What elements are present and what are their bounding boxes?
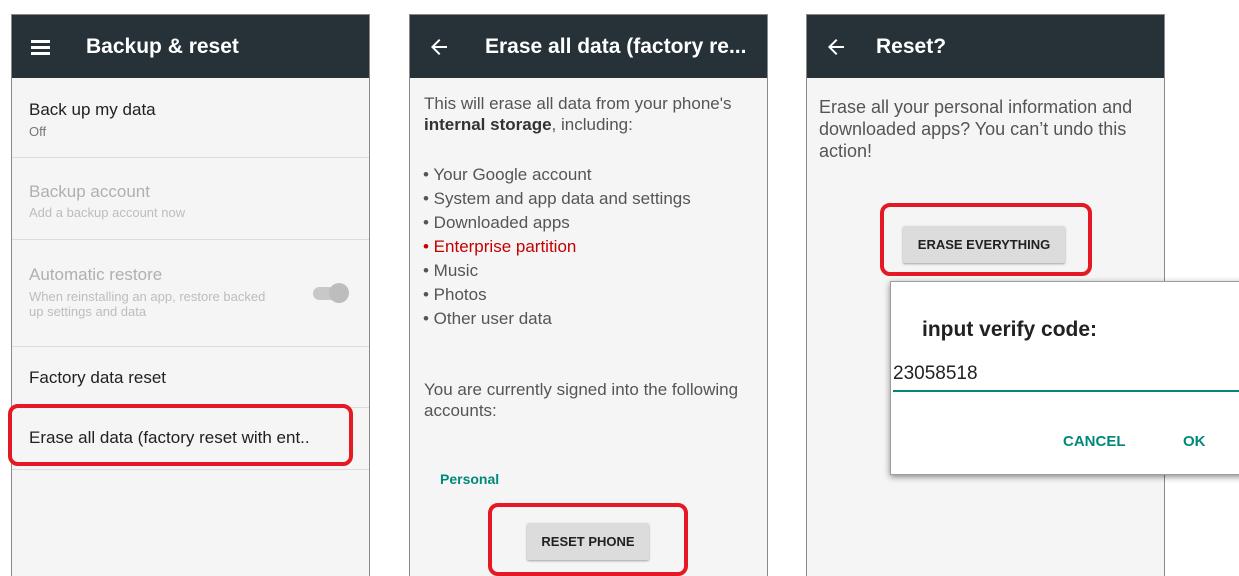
pref-title: Backup account: [29, 182, 150, 201]
pref-title: Back up my data: [29, 100, 156, 119]
highlight-erase-everything: [880, 203, 1092, 276]
list-item: • Your Google account: [423, 165, 592, 184]
ok-button[interactable]: OK: [1183, 433, 1206, 450]
app-bar: Erase all data (factory re...: [410, 15, 767, 78]
pref-summary: When reinstalling an app, restore backed…: [29, 289, 266, 319]
page-title: Erase all data (factory re...: [485, 34, 747, 58]
erase-items-list: • Your Google account • System and app d…: [423, 163, 691, 331]
page-title: Reset?: [876, 34, 947, 58]
list-item: • Other user data: [423, 309, 552, 328]
pref-summary: Add a backup account now: [29, 205, 186, 220]
erase-intro-text: This will erase all data from your phone…: [424, 94, 732, 134]
app-bar: Backup & reset: [12, 15, 369, 78]
menu-icon[interactable]: [29, 35, 53, 59]
pref-backup-account: Backup account Add a backup account now: [12, 157, 369, 240]
pref-automatic-restore: Automatic restore When reinstalling an a…: [12, 239, 369, 347]
screen-erase-all-data: Erase all data (factory re... This will …: [409, 14, 768, 576]
highlight-reset-phone: [488, 503, 688, 576]
pref-backup-my-data[interactable]: Back up my data Off: [12, 78, 369, 158]
cancel-button[interactable]: CANCEL: [1063, 433, 1126, 450]
verify-code-dialog: input verify code: CANCEL OK: [890, 281, 1239, 475]
back-arrow-icon[interactable]: [427, 35, 451, 59]
highlight-erase-all-data: [8, 404, 353, 466]
app-bar: Reset?: [807, 15, 1164, 78]
pref-title: Factory data reset: [29, 368, 167, 387]
list-item-enterprise-partition: • Enterprise partition: [423, 237, 577, 256]
reset-warning-text: Erase all your personal information and …: [819, 97, 1133, 161]
page-title: Backup & reset: [86, 34, 239, 58]
list-item: • System and app data and settings: [423, 189, 691, 208]
back-arrow-icon[interactable]: [824, 35, 848, 59]
auto-restore-toggle[interactable]: [311, 283, 349, 303]
list-item: • Music: [423, 261, 479, 280]
verify-code-input[interactable]: [893, 358, 1239, 392]
list-item: • Photos: [423, 285, 487, 304]
account-label: Personal: [440, 471, 500, 487]
signed-in-text: You are currently signed into the follow…: [424, 380, 739, 420]
list-item: • Downloaded apps: [423, 213, 570, 232]
pref-title: Automatic restore: [29, 265, 163, 284]
dialog-title: input verify code:: [922, 318, 1098, 341]
screen-backup-reset: Backup & reset Back up my data Off Backu…: [11, 14, 370, 576]
pref-factory-data-reset[interactable]: Factory data reset: [12, 346, 369, 408]
pref-summary: Off: [29, 124, 47, 139]
